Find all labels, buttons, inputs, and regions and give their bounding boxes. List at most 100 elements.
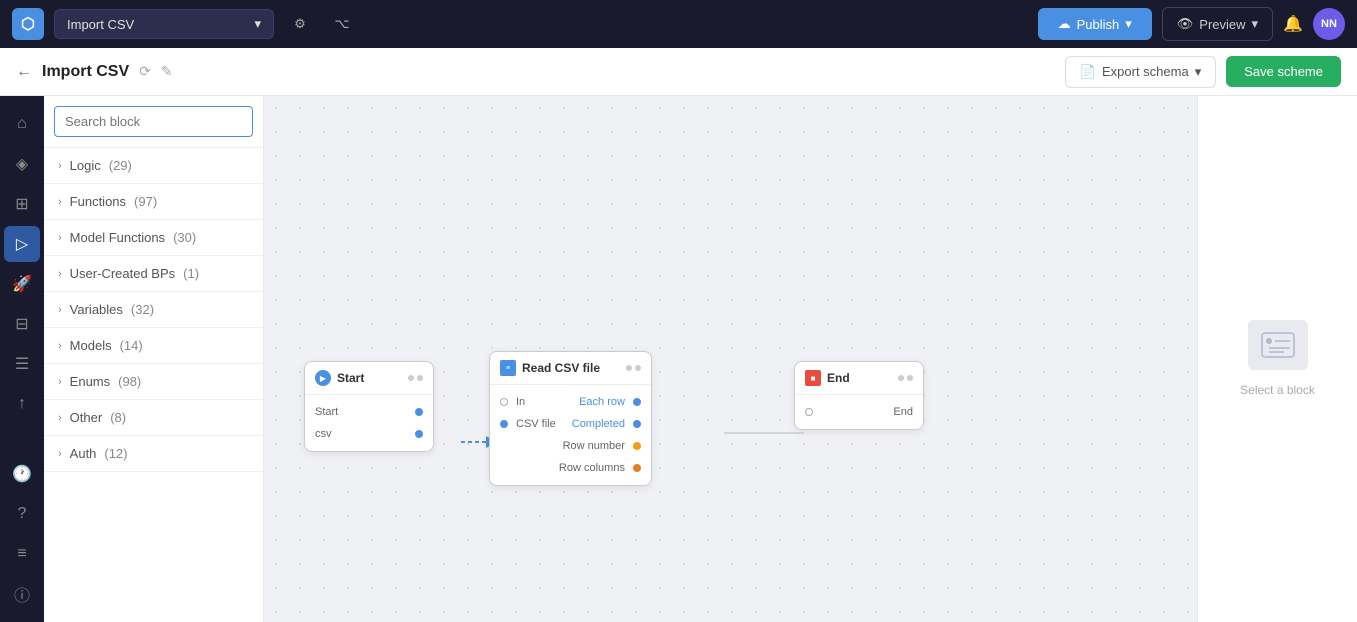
category-name: Enums xyxy=(70,374,110,389)
document-icon: 📄 xyxy=(1080,64,1096,80)
end-node-body: End xyxy=(795,395,923,429)
rename-icon[interactable]: ⟳ xyxy=(139,63,151,80)
end-icon: ■ xyxy=(805,370,821,386)
category-count: (29) xyxy=(109,158,132,173)
app-logo[interactable]: ⬡ xyxy=(12,8,44,40)
end-node-controls xyxy=(898,375,913,381)
preview-dropdown-icon: ▾ xyxy=(1252,16,1259,32)
start-node-header: ▶ Start xyxy=(305,362,433,395)
category-count: (1) xyxy=(183,266,199,281)
category-name: Logic xyxy=(70,158,101,173)
save-scheme-button[interactable]: Save scheme xyxy=(1226,56,1341,87)
export-dropdown-icon: ▾ xyxy=(1195,64,1202,80)
end-node[interactable]: ■ End End xyxy=(794,361,924,430)
sidebar-upload-icon[interactable]: ↑ xyxy=(4,386,40,422)
csv-node[interactable]: ≡ Read CSV file In Each row CSV file xyxy=(489,351,652,486)
start-csv-port xyxy=(415,430,423,438)
category-name: Auth xyxy=(70,446,97,461)
csv-completed-port xyxy=(633,420,641,428)
start-icon: ▶ xyxy=(315,370,331,386)
category-count: (98) xyxy=(118,374,141,389)
category-chevron-icon: › xyxy=(58,232,62,244)
category-count: (8) xyxy=(110,410,126,425)
share-icon[interactable]: ⌥ xyxy=(326,8,358,40)
csv-row-file: CSV file Completed xyxy=(490,413,651,435)
csv-in-port xyxy=(500,398,508,406)
connection-lines xyxy=(264,96,1197,622)
categories-list: › Logic (29) › Functions (97) › Model Fu… xyxy=(44,148,263,472)
preview-button[interactable]: 👁 Preview ▾ xyxy=(1162,7,1273,41)
sidebar-home-icon[interactable]: ⌂ xyxy=(4,106,40,142)
sidebar-grid-icon[interactable]: ⊞ xyxy=(4,186,40,222)
sidebar-cube-icon[interactable]: ◈ xyxy=(4,146,40,182)
category-item[interactable]: › Models (14) xyxy=(44,328,263,364)
csv-row-number-label: Row number xyxy=(563,440,625,452)
csv-row-in: In Each row xyxy=(490,391,651,413)
edit-icon[interactable]: ✎ xyxy=(161,63,173,80)
select-block-label: Select a block xyxy=(1240,382,1315,399)
category-item[interactable]: › Auth (12) xyxy=(44,436,263,472)
start-node-controls xyxy=(408,375,423,381)
search-block-container xyxy=(44,96,263,148)
select-block-placeholder: Select a block xyxy=(1240,320,1315,399)
sidebar-info-icon[interactable]: ⓘ xyxy=(4,576,40,612)
dropdown-arrow-icon: ▾ xyxy=(254,16,261,32)
sidebar-help-icon[interactable]: ? xyxy=(4,496,40,532)
block-panel: › Logic (29) › Functions (97) › Model Fu… xyxy=(44,96,264,622)
csv-in-label: In xyxy=(516,396,525,408)
page-title: Import CSV xyxy=(42,63,129,81)
category-count: (97) xyxy=(134,194,157,209)
csv-node-body: In Each row CSV file Completed Row numbe… xyxy=(490,385,651,485)
notifications-icon[interactable]: 🔔 xyxy=(1283,14,1303,34)
category-name: Other xyxy=(70,410,103,425)
csv-row-columns: Row columns xyxy=(490,457,651,479)
project-selector[interactable]: Import CSV ▾ xyxy=(54,9,274,39)
settings-icon[interactable]: ⚙ xyxy=(284,8,316,40)
eye-icon: 👁 xyxy=(1177,16,1194,32)
sidebar-rocket-icon[interactable]: 🚀 xyxy=(4,266,40,302)
avatar[interactable]: NN xyxy=(1313,8,1345,40)
back-button[interactable]: ← xyxy=(16,63,32,81)
csv-icon: ≡ xyxy=(500,360,516,376)
main-layout: ⌂ ◈ ⊞ ▷ 🚀 ⊟ ☰ ↑ 🕐 ? ≡ ⓘ › Logic (29) › F… xyxy=(0,96,1357,622)
category-chevron-icon: › xyxy=(58,304,62,316)
csv-row-columns-port xyxy=(633,464,641,472)
csv-file-label: CSV file xyxy=(516,418,556,430)
sidebar-flow-icon[interactable]: ▷ xyxy=(4,226,40,262)
canvas[interactable]: ▶ Start Start csv ≡ Read xyxy=(264,96,1197,622)
sidebar-notes-icon[interactable]: ≡ xyxy=(4,536,40,572)
sidebar-icons: ⌂ ◈ ⊞ ▷ 🚀 ⊟ ☰ ↑ 🕐 ? ≡ ⓘ xyxy=(0,96,44,622)
cloud-icon: ☁ xyxy=(1058,16,1071,32)
end-node-title: End xyxy=(827,371,892,385)
csv-node-title: Read CSV file xyxy=(522,361,620,375)
category-count: (14) xyxy=(120,338,143,353)
category-name: Model Functions xyxy=(70,230,165,245)
category-item[interactable]: › Enums (98) xyxy=(44,364,263,400)
csv-row-columns-label: Row columns xyxy=(559,462,625,474)
search-block-input[interactable] xyxy=(54,106,253,137)
start-output-port xyxy=(415,408,423,416)
category-item[interactable]: › Functions (97) xyxy=(44,184,263,220)
category-item[interactable]: › Logic (29) xyxy=(44,148,263,184)
start-output-label: Start xyxy=(315,406,338,418)
category-item[interactable]: › Model Functions (30) xyxy=(44,220,263,256)
end-label: End xyxy=(893,406,913,418)
category-item[interactable]: › Other (8) xyxy=(44,400,263,436)
sidebar-clock-icon[interactable]: 🕐 xyxy=(4,456,40,492)
category-item[interactable]: › Variables (32) xyxy=(44,292,263,328)
publish-button[interactable]: ☁ Publish ▾ xyxy=(1038,8,1152,40)
sidebar-page-icon[interactable]: ☰ xyxy=(4,346,40,382)
start-node[interactable]: ▶ Start Start csv xyxy=(304,361,434,452)
start-node-body: Start csv xyxy=(305,395,433,451)
export-schema-button[interactable]: 📄 Export schema ▾ xyxy=(1065,56,1216,88)
category-name: Functions xyxy=(70,194,126,209)
csv-file-port xyxy=(500,420,508,428)
category-chevron-icon: › xyxy=(58,376,62,388)
category-chevron-icon: › xyxy=(58,340,62,352)
top-nav: ⬡ Import CSV ▾ ⚙ ⌥ ☁ Publish ▾ 👁 Preview… xyxy=(0,0,1357,48)
start-node-title: Start xyxy=(337,371,402,385)
category-name: User-Created BPs xyxy=(70,266,175,281)
toolbar: ← Import CSV ⟳ ✎ 📄 Export schema ▾ Save … xyxy=(0,48,1357,96)
sidebar-table-icon[interactable]: ⊟ xyxy=(4,306,40,342)
category-item[interactable]: › User-Created BPs (1) xyxy=(44,256,263,292)
